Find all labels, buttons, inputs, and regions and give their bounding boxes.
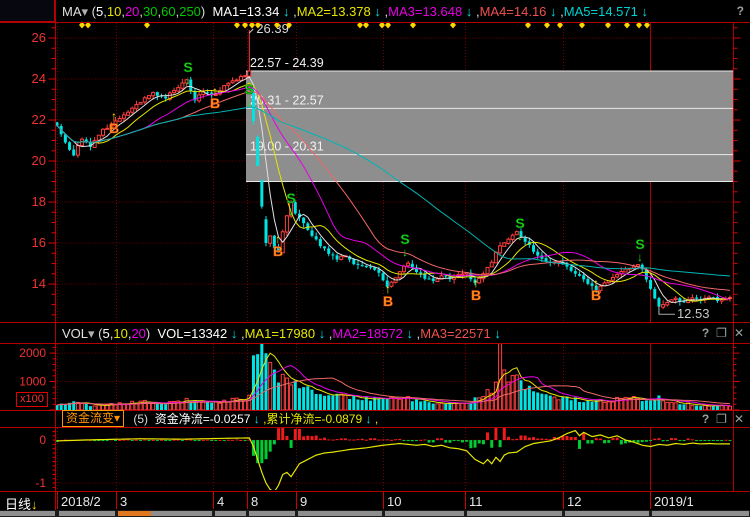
vol-values: (5,10,20) VOL=13342 ↓ ,MA1=17980 ↓ ,MA2=… — [95, 327, 501, 340]
maximize-icon[interactable]: ❐ — [716, 327, 727, 339]
stock-chart-window: 22.57 - 24.3920.31 - 22.5719.00 - 20.312… — [0, 0, 750, 517]
band-label: 22.57 - 24.39 — [250, 56, 324, 70]
scrollbar-segment[interactable] — [298, 511, 382, 516]
svg-text:↓: ↓ — [402, 245, 408, 259]
fundflow-values: (5) 资金净流=-0.0257 ↓ ,累计净流=-0.0879 ↓ , — [130, 413, 378, 425]
x-axis-month-label: 11 — [469, 494, 483, 509]
x-axis-month-label: 10 — [387, 494, 401, 509]
price-tick-label: 26 — [32, 30, 46, 45]
svg-text:↓: ↓ — [637, 250, 643, 264]
volume-tick-label: 1000 — [19, 375, 46, 389]
ma-indicator-selector[interactable]: MA▾ — [62, 5, 88, 18]
low-price-label: 12.53 — [677, 306, 710, 321]
scrollbar-segment[interactable] — [0, 511, 55, 516]
svg-text:↓: ↓ — [185, 73, 191, 87]
x-axis-month-label: 4 — [217, 494, 224, 509]
scrollbar-segment[interactable] — [59, 511, 115, 516]
ma-values: (5,10,20,30,60,250) MA1=13.34 ↓ ,MA2=13.… — [88, 5, 648, 18]
gap-bands — [246, 71, 734, 182]
help-icon[interactable]: ? — [702, 413, 709, 425]
volume-unit-label: x100 — [16, 392, 48, 407]
scrollbar-segment[interactable] — [215, 511, 246, 516]
maximize-icon[interactable]: ❐ — [716, 413, 727, 425]
x-axis-month-label: 2019/1 — [654, 494, 694, 509]
horizontal-scrollbar[interactable] — [0, 510, 750, 517]
x-axis-month-label: 12 — [567, 494, 581, 509]
scrollbar-segment[interactable] — [652, 511, 749, 516]
help-icon[interactable]: ? — [702, 327, 709, 339]
price-tick-label: 14 — [32, 276, 46, 291]
svg-text:↓: ↓ — [288, 204, 294, 218]
price-tick-label: 18 — [32, 194, 46, 209]
scrollbar-segment[interactable] — [385, 511, 464, 516]
fundflow-tick-label: -1 — [35, 476, 46, 490]
svg-text:B: B — [383, 293, 393, 309]
fundflow-tick-label: 0 — [39, 433, 46, 447]
volume-tick-label: 2000 — [19, 346, 46, 360]
svg-text:B: B — [210, 95, 220, 111]
volume-indicator-bar: VOL▾ (5,10,20) VOL=13342 ↓ ,MA1=17980 ↓ … — [0, 322, 750, 344]
svg-text:↓: ↓ — [517, 229, 523, 243]
price-tick-label: 20 — [32, 153, 46, 168]
fundflow-indicator-bar: 资金流变▾ (5) 资金净流=-0.0257 ↓ ,累计净流=-0.0879 ↓… — [0, 409, 750, 428]
time-axis-row: 日线↓ 2018/234891011122019/1 — [0, 492, 750, 510]
scrollbar-highlight[interactable] — [118, 511, 151, 516]
fundflow-indicator-selector[interactable]: 资金流变▾ — [62, 410, 124, 427]
band-label: 20.31 - 22.57 — [250, 93, 324, 107]
close-icon[interactable]: ✕ — [734, 413, 744, 425]
corner-box — [0, 0, 55, 22]
vol-indicator-selector[interactable]: VOL▾ — [62, 327, 95, 340]
chart-canvas[interactable]: 22.57 - 24.3920.31 - 22.5719.00 - 20.312… — [0, 0, 750, 517]
scrollbar-segment[interactable] — [565, 511, 649, 516]
x-axis-month-label: 2018/2 — [61, 494, 101, 509]
svg-text:B: B — [273, 243, 283, 259]
scrollbar-segment[interactable] — [249, 511, 295, 516]
x-axis-month-label: 9 — [300, 494, 307, 509]
close-icon[interactable]: ✕ — [734, 327, 744, 339]
svg-text:B: B — [591, 287, 601, 303]
price-tick-label: 24 — [32, 71, 46, 86]
svg-text:B: B — [109, 120, 119, 136]
price-tick-label: 22 — [32, 112, 46, 127]
main-indicator-bar: MA▾ (5,10,20,30,60,250) MA1=13.34 ↓ ,MA2… — [0, 0, 750, 22]
x-axis-month-label: 3 — [120, 494, 127, 509]
svg-text:B: B — [471, 287, 481, 303]
high-price-label: 26.39 — [256, 21, 289, 36]
scrollbar-segment[interactable] — [467, 511, 562, 516]
price-tick-label: 16 — [32, 235, 46, 250]
help-icon[interactable]: ? — [737, 5, 744, 17]
x-axis-month-label: 8 — [251, 494, 258, 509]
svg-text:↓: ↓ — [246, 95, 252, 109]
